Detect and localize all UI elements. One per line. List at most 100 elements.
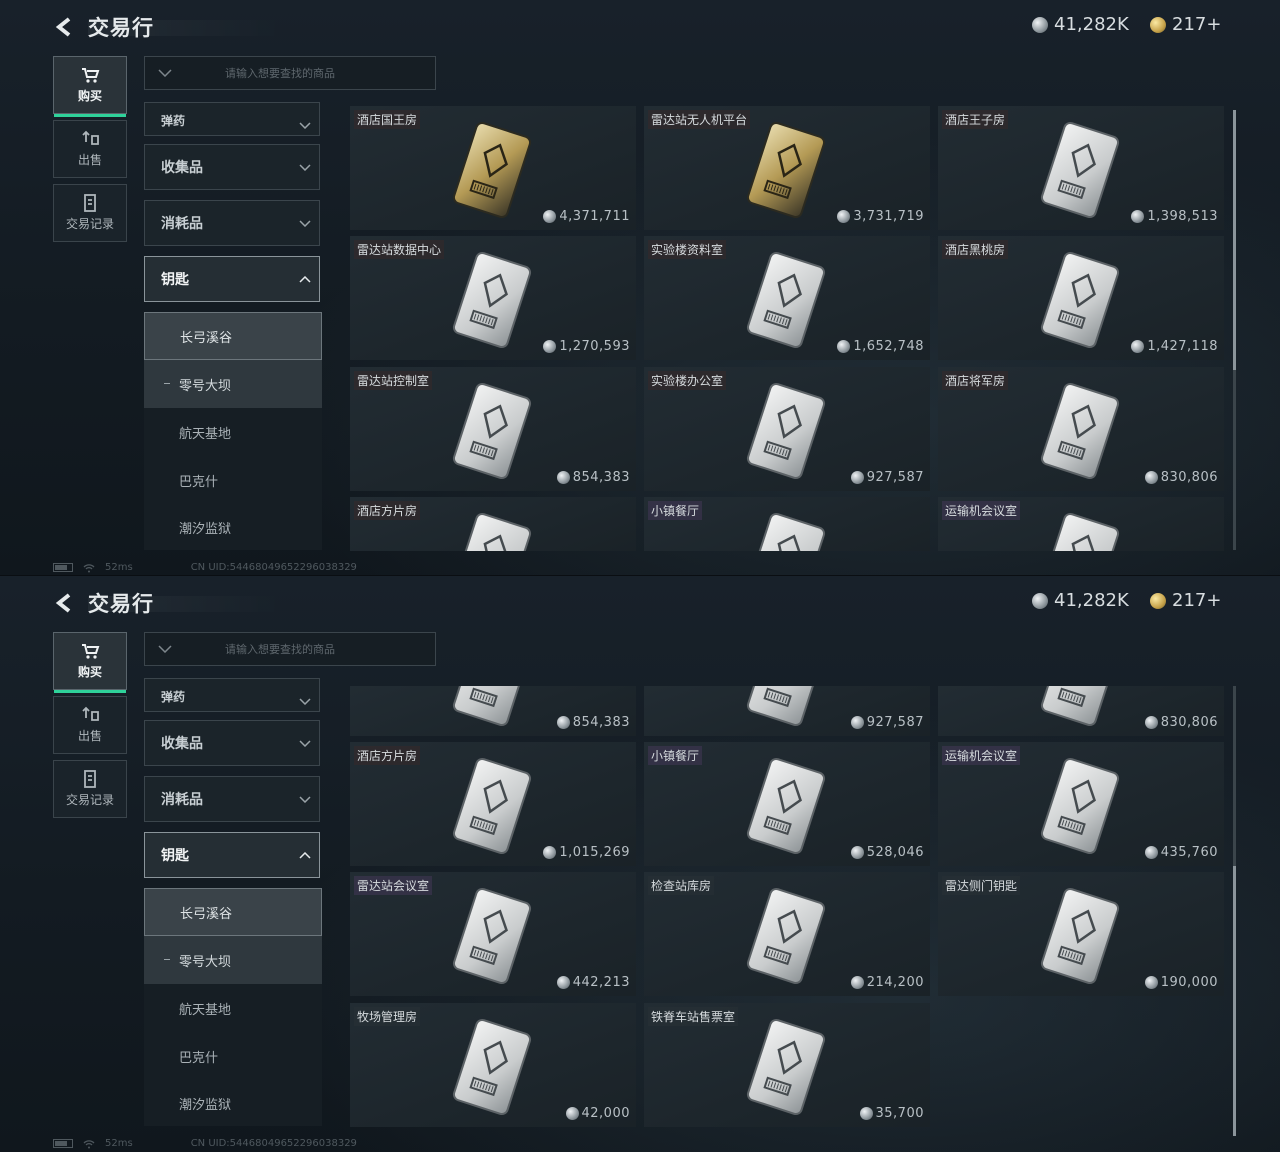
- cart-icon: [82, 68, 100, 83]
- category-collectibles[interactable]: 收集品: [144, 144, 320, 190]
- search-dropdown-toggle[interactable]: [145, 645, 185, 653]
- category-contract[interactable]: 弹药: [144, 678, 320, 712]
- keycard-icon: [1040, 250, 1120, 350]
- item-price: 4,371,711: [543, 209, 630, 224]
- item-card[interactable]: 927,587: [644, 686, 930, 736]
- item-price: 35,700: [859, 1106, 925, 1121]
- silver-coin-icon: [850, 976, 864, 989]
- back-button[interactable]: [52, 590, 78, 616]
- scrollbar-thumb[interactable]: [1233, 110, 1236, 370]
- item-name: 检查站库房: [648, 876, 715, 895]
- rail-sell-button[interactable]: 出售: [53, 120, 127, 178]
- search-input[interactable]: [185, 641, 435, 657]
- search-box[interactable]: [144, 56, 436, 90]
- scrollbar-thumb[interactable]: [1233, 866, 1236, 1136]
- keycard-icon: [452, 250, 532, 350]
- subcategory-item[interactable]: 巴克什: [144, 456, 322, 504]
- rail-history-label: 交易记录: [65, 793, 114, 807]
- back-arrow-icon: [55, 593, 71, 613]
- chevron-down-icon: [299, 163, 311, 171]
- item-card[interactable]: 实验楼办公室 927,587: [644, 367, 930, 491]
- item-price-value: 1,270,593: [559, 339, 630, 354]
- category-keys[interactable]: 钥匙: [144, 256, 320, 302]
- item-price: 3,731,719: [837, 209, 924, 224]
- item-price: 830,806: [1144, 470, 1218, 485]
- item-card[interactable]: 雷达站无人机平台 3,731,719: [644, 106, 930, 230]
- item-card[interactable]: 854,383: [350, 686, 636, 736]
- subcategory-item[interactable]: 长弓溪谷: [144, 312, 322, 360]
- category-consumables[interactable]: 消耗品: [144, 200, 320, 246]
- category-contract-label: 弹药: [161, 114, 186, 128]
- subcategory-item[interactable]: 航天基地: [144, 984, 322, 1032]
- silver-coin-icon: [556, 976, 570, 989]
- item-card[interactable]: 酒店黑桃房 1,427,118: [938, 236, 1224, 360]
- item-card[interactable]: 酒店方片房 1,015,269: [350, 742, 636, 866]
- silver-coin-icon: [1131, 340, 1145, 353]
- category-consumables[interactable]: 消耗品: [144, 776, 320, 822]
- subcategory-item[interactable]: 零号大坝: [144, 936, 322, 984]
- item-card[interactable]: 雷达站会议室 442,213: [350, 872, 636, 996]
- silver-coin-icon: [543, 340, 557, 353]
- item-price: 830,806: [1144, 715, 1218, 730]
- rail-buy-button[interactable]: 购买: [53, 56, 127, 117]
- item-card[interactable]: 检查站库房 214,200: [644, 872, 930, 996]
- item-price-value: 1,015,269: [559, 845, 630, 860]
- item-card[interactable]: 铁脊车站售票室 35,700: [644, 1003, 930, 1127]
- rail-history-button[interactable]: 交易记录: [53, 760, 127, 818]
- category-contract[interactable]: 弹药: [144, 102, 320, 136]
- item-name: 酒店将军房: [942, 371, 1009, 390]
- subcategory-item[interactable]: 潮汐监狱: [144, 1080, 322, 1126]
- category-keys-label: 钥匙: [161, 848, 189, 864]
- keycard-icon: [746, 886, 826, 986]
- chevron-down-icon: [158, 69, 172, 77]
- subcategory-item[interactable]: 长弓溪谷: [144, 888, 322, 936]
- category-collectibles[interactable]: 收集品: [144, 720, 320, 766]
- search-box[interactable]: [144, 632, 436, 666]
- item-price: 42,000: [565, 1106, 631, 1121]
- screen-bottom: 交易行 41,282K 217+ 购买 出售 交易记录 弹药 收集品 消耗品 钥…: [0, 576, 1280, 1152]
- keycard-icon: [1040, 381, 1120, 481]
- item-card[interactable]: 小镇餐厅: [644, 497, 930, 551]
- keycard-icon: [452, 1017, 532, 1117]
- item-card[interactable]: 运输机会议室: [938, 497, 1224, 551]
- item-card[interactable]: 830,806: [938, 686, 1224, 736]
- keycard-icon: [1040, 120, 1120, 220]
- keycard-icon: [1040, 686, 1120, 728]
- category-keys[interactable]: 钥匙: [144, 832, 320, 878]
- item-card[interactable]: 酒店国王房 4,371,711: [350, 106, 636, 230]
- search-input[interactable]: [185, 65, 435, 81]
- cart-icon: [82, 644, 100, 659]
- item-card[interactable]: 酒店王子房 1,398,513: [938, 106, 1224, 230]
- item-name: 运输机会议室: [942, 746, 1021, 765]
- subcategory-item[interactable]: 航天基地: [144, 408, 322, 456]
- rail-buy-button[interactable]: 购买: [53, 632, 127, 693]
- item-card[interactable]: 小镇餐厅 528,046: [644, 742, 930, 866]
- item-card[interactable]: 酒店方片房: [350, 497, 636, 551]
- rail-sell-button[interactable]: 出售: [53, 696, 127, 754]
- item-card[interactable]: 雷达站控制室 854,383: [350, 367, 636, 491]
- keycard-icon: [746, 120, 826, 220]
- keycard-icon: [452, 756, 532, 856]
- item-card[interactable]: 酒店将军房 830,806: [938, 367, 1224, 491]
- item-name: 雷达站数据中心: [354, 240, 445, 259]
- subcategory-item[interactable]: 零号大坝: [144, 360, 322, 408]
- item-price: 214,200: [850, 975, 924, 990]
- item-card[interactable]: 实验楼资料室 1,652,748: [644, 236, 930, 360]
- rail-buy-label: 购买: [77, 665, 102, 679]
- item-card[interactable]: 牧场管理房 42,000: [350, 1003, 636, 1127]
- item-name: 酒店黑桃房: [942, 240, 1009, 259]
- item-price-value: 4,371,711: [559, 209, 630, 224]
- item-card[interactable]: 雷达站数据中心 1,270,593: [350, 236, 636, 360]
- silver-coin-icon: [837, 210, 851, 223]
- ping-text: 52ms: [105, 1138, 133, 1149]
- subcategory-item[interactable]: 巴克什: [144, 1032, 322, 1080]
- subcategory-item[interactable]: 潮汐监狱: [144, 504, 322, 550]
- item-card[interactable]: 运输机会议室 435,760: [938, 742, 1224, 866]
- back-arrow-icon: [55, 17, 71, 37]
- rail-history-button[interactable]: 交易记录: [53, 184, 127, 242]
- item-name: 运输机会议室: [942, 501, 1021, 520]
- document-icon: [84, 770, 96, 788]
- item-card[interactable]: 雷达侧门钥匙 190,000: [938, 872, 1224, 996]
- search-dropdown-toggle[interactable]: [145, 69, 185, 77]
- back-button[interactable]: [52, 14, 78, 40]
